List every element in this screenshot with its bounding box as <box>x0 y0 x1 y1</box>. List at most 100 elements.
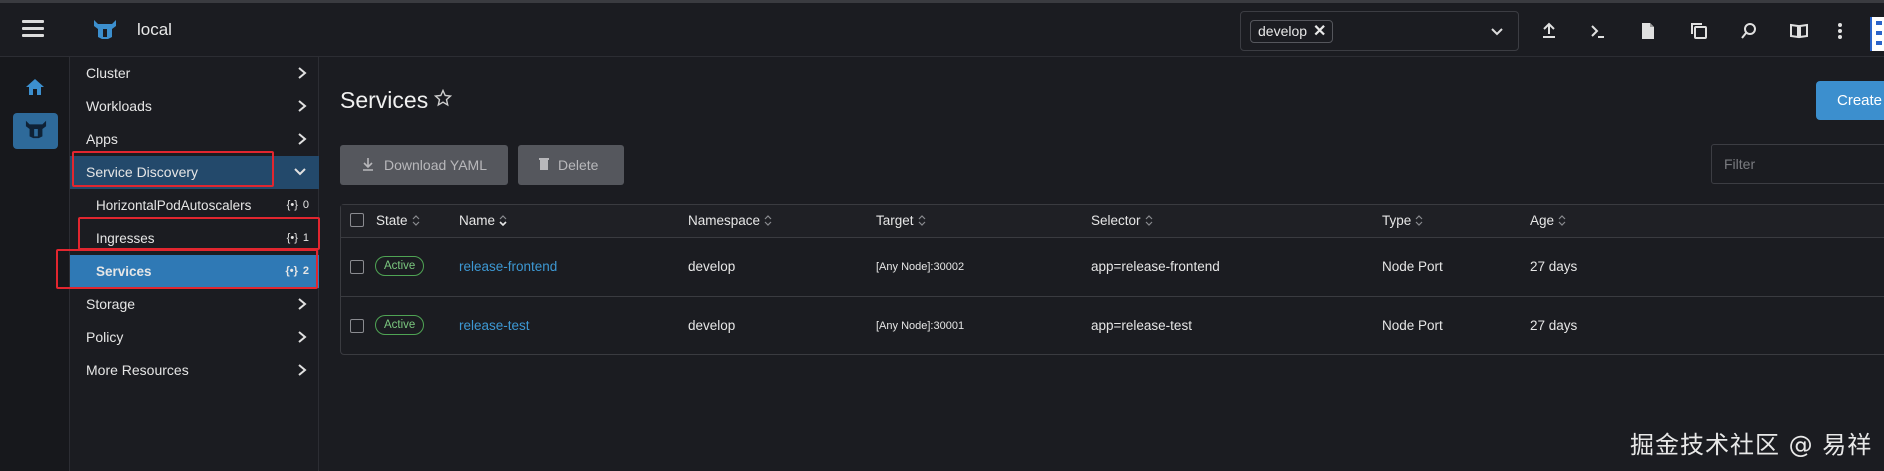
cluster-logo-icon <box>92 17 118 46</box>
create-button[interactable]: Create <box>1816 81 1884 120</box>
status-badge: Active <box>375 256 425 276</box>
namespaced-icon: {•} <box>286 199 298 211</box>
column-header-namespace[interactable]: Namespace <box>688 213 772 228</box>
service-name-link[interactable]: release-frontend <box>459 259 557 274</box>
sidebar-item-storage[interactable]: Storage <box>70 288 319 321</box>
sidebar-sub-item-ingresses[interactable]: Ingresses {•} 1 <box>70 222 319 255</box>
services-table: State Name Namespace Target Selector Typ… <box>340 204 1884 355</box>
age-cell: 27 days <box>1530 318 1578 333</box>
status-badge: Active <box>375 315 425 335</box>
column-header-type[interactable]: Type <box>1382 213 1423 228</box>
sidebar-sub-item-services[interactable]: Services {•} 2 <box>70 255 319 288</box>
sidebar-item-service-discovery[interactable]: Service Discovery <box>70 156 319 189</box>
side-nav: Cluster Workloads Apps Service Discovery… <box>70 57 319 471</box>
namespace-cell: develop <box>688 259 736 274</box>
type-cell: Node Port <box>1382 259 1443 274</box>
namespaced-icon: {•} <box>285 265 298 277</box>
sidebar-item-label: Policy <box>86 329 124 345</box>
sort-icon <box>1145 215 1153 226</box>
filter-input[interactable] <box>1711 144 1884 184</box>
star-icon[interactable] <box>433 88 453 112</box>
sidebar-sub-item-hpa[interactable]: HorizontalPodAutoscalers {•} 0 <box>70 189 319 222</box>
sort-icon <box>918 215 926 226</box>
table-header: State Name Namespace Target Selector Typ… <box>341 205 1884 238</box>
book-icon[interactable] <box>1788 20 1810 42</box>
column-header-selector[interactable]: Selector <box>1091 213 1153 228</box>
rail-cluster-button[interactable] <box>13 113 58 149</box>
sidebar-item-label: More Resources <box>86 362 189 378</box>
table-row[interactable]: Active release-test develop [Any Node]:3… <box>341 297 1884 356</box>
page-title: Services <box>340 87 429 113</box>
sort-icon <box>764 215 772 226</box>
cluster-name[interactable]: local <box>137 20 172 40</box>
namespace-cell: develop <box>688 318 736 333</box>
column-header-age[interactable]: Age <box>1530 213 1566 228</box>
delete-label: Delete <box>558 157 599 173</box>
resource-count: {•} 2 <box>285 265 309 277</box>
column-header-state[interactable]: State <box>376 213 420 228</box>
sidebar-item-apps[interactable]: Apps <box>70 123 319 156</box>
watermark: 掘金技术社区 @ 易祥 <box>1630 431 1873 459</box>
service-name-link[interactable]: release-test <box>459 318 530 333</box>
delete-button[interactable]: Delete <box>518 145 624 185</box>
selector-cell: app=release-test <box>1091 318 1192 333</box>
sidebar-sub-item-label: Services <box>96 264 152 279</box>
namespace-selector[interactable]: develop ✕ <box>1240 11 1519 51</box>
sidebar-sub-item-label: HorizontalPodAutoscalers <box>96 198 252 213</box>
chevron-right-icon <box>297 330 307 347</box>
chevron-right-icon <box>297 363 307 380</box>
sidebar-item-label: Apps <box>86 131 118 147</box>
chevron-down-icon <box>293 165 307 181</box>
download-yaml-button[interactable]: Download YAML <box>340 145 508 185</box>
chevron-right-icon <box>297 99 307 116</box>
namespace-chip-label: develop <box>1258 23 1308 39</box>
sort-down-icon <box>499 215 507 226</box>
search-icon[interactable] <box>1738 20 1760 42</box>
more-vertical-icon[interactable] <box>1829 20 1851 42</box>
download-icon <box>361 157 375 174</box>
main-content: Services Create Download YAML Delete Sta… <box>320 57 1884 471</box>
target-cell[interactable]: [Any Node]:30001 <box>876 320 964 332</box>
sidebar-item-label: Workloads <box>86 98 152 114</box>
resource-count: {•} 0 <box>286 199 309 211</box>
target-cell[interactable]: [Any Node]:30002 <box>876 261 964 273</box>
column-header-target[interactable]: Target <box>876 213 926 228</box>
download-yaml-label: Download YAML <box>384 157 487 173</box>
remove-chip-icon[interactable]: ✕ <box>1313 21 1326 42</box>
table-row[interactable]: Active release-frontend develop [Any Nod… <box>341 238 1884 297</box>
row-checkbox[interactable] <box>350 319 364 333</box>
sidebar-item-label: Storage <box>86 296 136 312</box>
trash-icon <box>539 157 549 173</box>
cluster-logo-icon <box>24 118 48 145</box>
age-cell: 27 days <box>1530 259 1578 274</box>
home-icon[interactable] <box>24 77 46 102</box>
chevron-down-icon[interactable] <box>1490 24 1504 43</box>
resource-count: {•} 1 <box>286 232 309 244</box>
column-header-name[interactable]: Name <box>459 213 507 228</box>
namespace-chip[interactable]: develop ✕ <box>1250 20 1334 43</box>
sidebar-sub-item-label: Ingresses <box>96 231 155 246</box>
sidebar-item-more-resources[interactable]: More Resources <box>70 354 319 387</box>
terminal-icon[interactable] <box>1587 20 1609 42</box>
chevron-right-icon <box>297 132 307 149</box>
sort-icon <box>1558 215 1566 226</box>
row-checkbox[interactable] <box>350 260 364 274</box>
chevron-right-icon <box>297 297 307 314</box>
namespaced-icon: {•} <box>286 232 298 244</box>
sidebar-item-label: Cluster <box>86 65 131 81</box>
app-rail <box>0 57 70 471</box>
selector-cell: app=release-frontend <box>1091 259 1220 274</box>
top-bar: local develop ✕ <box>0 0 1884 57</box>
upload-icon[interactable] <box>1538 20 1560 42</box>
copy-config-icon[interactable] <box>1688 20 1710 42</box>
select-all-checkbox[interactable] <box>350 213 364 227</box>
hamburger-menu-icon[interactable] <box>22 20 44 38</box>
file-icon[interactable] <box>1637 20 1659 42</box>
sort-icon <box>412 215 420 226</box>
type-cell: Node Port <box>1382 318 1443 333</box>
sidebar-item-policy[interactable]: Policy <box>70 321 319 354</box>
sidebar-item-workloads[interactable]: Workloads <box>70 90 319 123</box>
sort-icon <box>1415 215 1423 226</box>
chevron-right-icon <box>297 66 307 83</box>
sidebar-item-cluster[interactable]: Cluster <box>70 57 319 90</box>
